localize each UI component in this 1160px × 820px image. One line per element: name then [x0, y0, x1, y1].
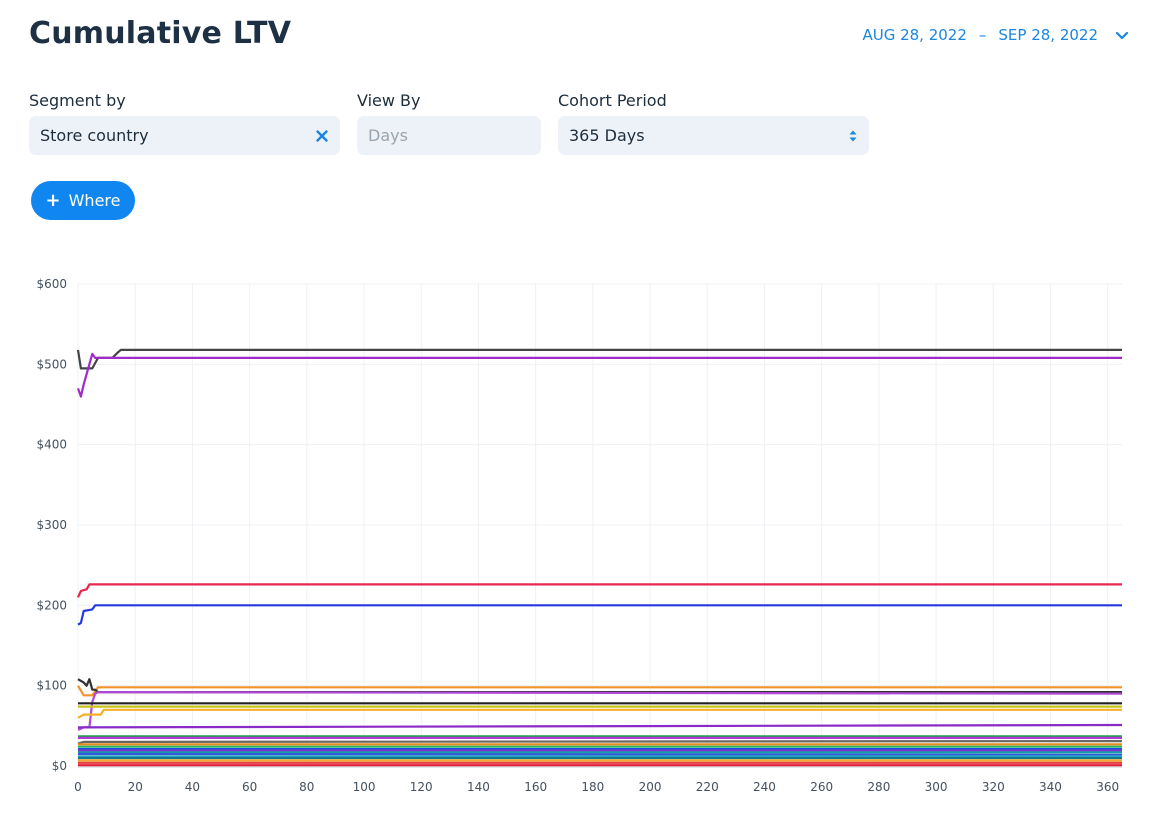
sort-arrows-icon: [849, 130, 857, 141]
x-tick-label: 220: [696, 780, 719, 794]
x-tick-label: 260: [810, 780, 833, 794]
clear-icon[interactable]: [315, 129, 329, 143]
series-line-2: [76, 352, 1122, 398]
y-tick-label: $200: [36, 598, 67, 612]
x-tick-label: 60: [242, 780, 257, 794]
date-separator: –: [978, 26, 987, 44]
chevron-down-icon: [1115, 31, 1129, 40]
cohort-period-select[interactable]: 365 Days: [558, 116, 869, 155]
x-tick-label: 20: [128, 780, 143, 794]
cohort-period-value: 365 Days: [569, 126, 645, 145]
series-line-3: [76, 583, 1122, 598]
add-where-button[interactable]: + Where: [31, 181, 135, 220]
segment-select[interactable]: Store country: [29, 116, 340, 155]
view-by-select[interactable]: Days: [357, 116, 541, 155]
x-tick-label: 280: [867, 780, 890, 794]
y-tick-label: $600: [36, 277, 67, 291]
plus-icon: +: [45, 189, 61, 211]
series-line-4: [77, 604, 1122, 626]
segment-label: Segment by: [29, 91, 126, 110]
x-tick-label: 240: [753, 780, 776, 794]
view-by-placeholder: Days: [368, 126, 408, 145]
x-tick-label: 200: [639, 780, 662, 794]
x-tick-label: 360: [1096, 780, 1119, 794]
date-end: SEP 28, 2022: [998, 26, 1098, 44]
cohort-period-label: Cohort Period: [558, 91, 667, 110]
x-tick-label: 140: [467, 780, 490, 794]
series-line-14: [77, 740, 1123, 745]
x-tick-label: 0: [74, 780, 82, 794]
series-line-1: [76, 348, 1122, 370]
y-tick-label: $0: [52, 759, 67, 773]
x-tick-label: 80: [299, 780, 314, 794]
segment-value: Store country: [40, 126, 149, 145]
x-tick-label: 100: [353, 780, 376, 794]
cumulative-ltv-chart: 0 20 40 60 80 100 120 140 160 180 200 220 240 260 280 3…: [36, 277, 1123, 794]
series-line-11: [77, 723, 1123, 729]
x-tick-label: 40: [185, 780, 200, 794]
x-tick-label: 180: [581, 780, 604, 794]
where-label: Where: [68, 191, 121, 210]
x-tick-label: 300: [925, 780, 948, 794]
date-range-picker[interactable]: AUG 28, 2022 – SEP 28, 2022: [862, 26, 1130, 44]
x-tick-label: 160: [524, 780, 547, 794]
series-line-10: [77, 708, 1122, 719]
date-start: AUG 28, 2022: [862, 26, 967, 44]
page-title: Cumulative LTV: [29, 16, 292, 51]
y-tick-label: $100: [36, 679, 67, 693]
y-tick-label: $400: [36, 438, 67, 452]
y-tick-label: $500: [36, 357, 67, 371]
x-tick-label: 120: [410, 780, 433, 794]
y-tick-label: $300: [36, 518, 67, 532]
x-tick-label: 320: [982, 780, 1005, 794]
x-tick-label: 340: [1039, 780, 1062, 794]
series-line-20: [77, 752, 1123, 756]
view-by-label: View By: [357, 91, 421, 110]
series-line-7: [77, 691, 1123, 731]
